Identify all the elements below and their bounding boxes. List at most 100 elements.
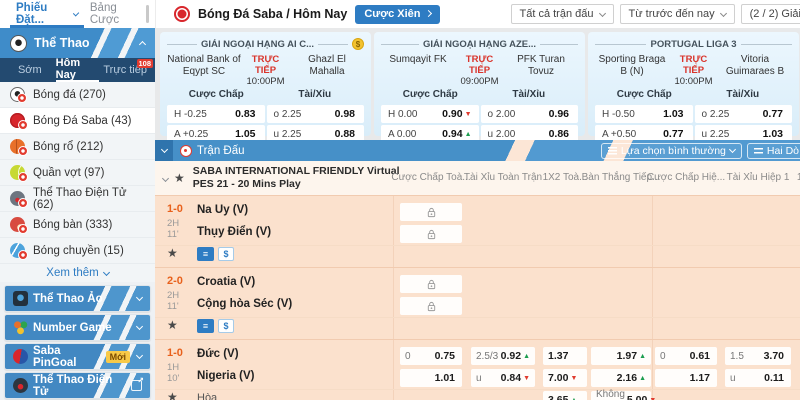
sidebar-item-esports[interactable]: Thể Thao Điện Tử (62) xyxy=(0,186,155,212)
sidebar-sports-header[interactable]: Thể Thao xyxy=(0,28,155,58)
banner-saba-pingoal[interactable]: Saba PinGoal Mới xyxy=(4,343,151,370)
sidebar-item-volleyball[interactable]: Bóng chuyền (15) xyxy=(0,238,155,264)
filter-time-range[interactable]: Từ trước đến nay xyxy=(620,4,735,24)
match-rows: 1-0 2H 11' ★ Na Uy (V) Thụy Điển (V) ≡ $ xyxy=(155,195,800,400)
match-period: 2H xyxy=(167,218,179,229)
odds-handicap-1h-home[interactable]: 0 0.61 xyxy=(655,347,717,365)
volleyball-icon xyxy=(10,243,25,258)
odds-ou-1h-under[interactable]: u 0.11 xyxy=(725,369,791,387)
over-odds[interactable]: o 2.25 0.98 xyxy=(267,105,365,123)
odds-1x2-away[interactable]: 7.00▼ xyxy=(543,369,587,387)
away-team: Thụy Điển (V) xyxy=(197,226,271,238)
sidebar-item-saba-football[interactable]: Bóng Đá Saba (43) xyxy=(0,108,155,134)
coin-icon xyxy=(352,38,364,50)
esports-icon xyxy=(10,191,25,206)
odds-next-goal-home[interactable]: 1.97▲ xyxy=(591,347,651,365)
collapse-button[interactable] xyxy=(155,140,173,161)
under-odds[interactable]: u 2.25 1.03 xyxy=(695,125,793,140)
featured-match-card[interactable]: PORTUGAL LIGA 3 Sporting Braga B (N) TRỰ… xyxy=(588,32,799,136)
cashout-icon[interactable]: $ xyxy=(218,319,234,333)
kickoff-time: 10:00PM xyxy=(669,76,718,87)
under-odds[interactable]: u 2.25 0.88 xyxy=(267,125,365,140)
banner-number-game[interactable]: Number Game xyxy=(4,314,151,341)
featured-matches-strip: GIẢI NGOẠI HẠNG AI C... National Bank of… xyxy=(155,28,800,140)
handicap-away-odds[interactable]: A +0.50 0.77 xyxy=(595,125,693,140)
league-name: PORTUGAL LIGA 3 xyxy=(650,39,736,50)
handicap-home-odds[interactable]: H -0.50 1.03 xyxy=(595,105,693,123)
bet-types-icon[interactable]: ≡ xyxy=(197,247,214,261)
scrollbar-thumb[interactable] xyxy=(146,5,149,23)
live-count-badge: 108 xyxy=(137,59,154,68)
live-label: TRỰC TIẾP xyxy=(455,54,504,76)
banner-esports[interactable]: Thể Thao Điện Tử xyxy=(4,372,151,399)
parlay-button[interactable]: Cược Xiên xyxy=(355,5,440,24)
virtual-sports-icon xyxy=(13,291,28,306)
odds-1x2-home[interactable]: 1.37 xyxy=(543,347,587,365)
handicap-away-odds[interactable]: A +0.25 1.05 xyxy=(167,125,265,140)
away-team: PFK Turan Tovuz xyxy=(504,54,578,78)
tab-bet-board[interactable]: Bảng Cược xyxy=(84,0,147,28)
sidebar-item-football[interactable]: Bóng đá (270) xyxy=(0,82,155,108)
live-score: 1-0 xyxy=(167,203,183,215)
over-odds[interactable]: o 2.00 0.96 xyxy=(481,105,579,123)
locked-odds-cell xyxy=(400,297,462,315)
handicap-away-odds[interactable]: A 0.00 0.94▲ xyxy=(381,125,479,140)
locked-odds-cell xyxy=(400,203,462,221)
odds-handicap-away[interactable]: 1.01 xyxy=(400,369,462,387)
odds-over[interactable]: 2.5/3 0.92▲ xyxy=(471,347,535,365)
odds-under[interactable]: u 0.84▼ xyxy=(471,369,535,387)
over-odds[interactable]: o 2.25 0.77 xyxy=(695,105,793,123)
home-team: Na Uy (V) xyxy=(197,204,248,216)
tab-early[interactable]: Sớm xyxy=(8,58,52,82)
filter-league-count[interactable]: (2 / 2) Giải xyxy=(741,4,800,24)
chevron-down-icon[interactable] xyxy=(162,174,169,181)
cashout-icon[interactable]: $ xyxy=(218,247,234,261)
top-filters: Tất cả trận đấu Từ trước đến nay (2 / 2)… xyxy=(511,4,800,24)
sidebar-item-tennis[interactable]: Quần vợt (97) xyxy=(0,160,155,186)
odds-next-goal-none[interactable]: Không ... 5.00▼ xyxy=(591,391,651,400)
sidebar-item-table-tennis[interactable]: Bóng bàn (333) xyxy=(0,212,155,238)
handicap-home-odds[interactable]: H 0.00 0.90▼ xyxy=(381,105,479,123)
match-minute: 11' xyxy=(167,301,179,312)
see-more-link[interactable]: Xem thêm xyxy=(0,264,155,282)
tab-live[interactable]: Trực tiếp 108 xyxy=(103,58,147,82)
odds-next-goal-away[interactable]: 2.16▲ xyxy=(591,369,651,387)
odds-handicap-1h-away[interactable]: 1.17 xyxy=(655,369,717,387)
card-odds: Cược Chấp Tài/Xỉu H -0.50 1.03 o 2.25 0.… xyxy=(595,87,792,140)
odds-handicap-home[interactable]: 0 0.75 xyxy=(400,347,462,365)
section-title: Trận Đấu xyxy=(197,145,601,157)
odds-column-headers: Cược Chấp Tài/Xỉu xyxy=(595,87,792,103)
chevron-down-icon xyxy=(72,10,79,17)
featured-match-card[interactable]: GIẢI NGOẠI HẠNG AZE... Sumqayit FK TRỰC … xyxy=(374,32,585,136)
favorite-star-icon[interactable]: ★ xyxy=(167,247,178,259)
favorite-star-icon[interactable]: ★ xyxy=(167,319,178,331)
selection-mode-dropdown[interactable]: Lựa chọn bình thường xyxy=(601,143,742,159)
under-odds[interactable]: u 2.00 0.86 xyxy=(481,125,579,140)
odds-1x2-draw[interactable]: 3.65▲ xyxy=(543,391,587,400)
favorite-star-icon[interactable]: ★ xyxy=(167,391,178,400)
filter-all-matches[interactable]: Tất cả trận đấu xyxy=(511,4,614,24)
column-header-ou-ft: Tài Xỉu Toàn Trận xyxy=(464,172,542,183)
banner-virtual-sports[interactable]: Thể Thao Ảo xyxy=(4,285,151,312)
sidebar-item-basketball[interactable]: Bóng rổ (212) xyxy=(0,134,155,160)
featured-match-card[interactable]: GIẢI NGOẠI HẠNG AI C... National Bank of… xyxy=(160,32,371,136)
lock-icon xyxy=(426,279,437,290)
live-score: 2-0 xyxy=(167,275,183,287)
handicap-home-odds[interactable]: H -0.25 0.83 xyxy=(167,105,265,123)
match-minute: 11' xyxy=(167,229,179,240)
sidebar-title: Thể Thao xyxy=(34,36,133,50)
tab-today[interactable]: Hôm Nay xyxy=(56,58,100,82)
two-lines-toggle[interactable]: Hai Dò xyxy=(747,143,800,159)
trend-icon: ▲ xyxy=(570,397,577,400)
kickoff-time: 09:00PM xyxy=(455,76,504,87)
tab-bet-slip-label: Phiếu Đặt... xyxy=(16,2,69,26)
top-bar: Bóng Đá Saba / Hôm Nay Cược Xiên Tất cả … xyxy=(155,0,800,28)
bet-types-icon[interactable]: ≡ xyxy=(197,319,214,333)
basketball-icon xyxy=(10,139,25,154)
trend-icon: ▼ xyxy=(570,375,577,382)
tab-bet-slip[interactable]: Phiếu Đặt... xyxy=(10,0,84,28)
odds-ou-1h-over[interactable]: 1.5 3.70 xyxy=(725,347,791,365)
favorite-star-icon[interactable]: ★ xyxy=(174,172,185,184)
card-league-header: GIẢI NGOẠI HẠNG AI C... xyxy=(167,37,364,51)
locked-odds-cell xyxy=(400,275,462,293)
